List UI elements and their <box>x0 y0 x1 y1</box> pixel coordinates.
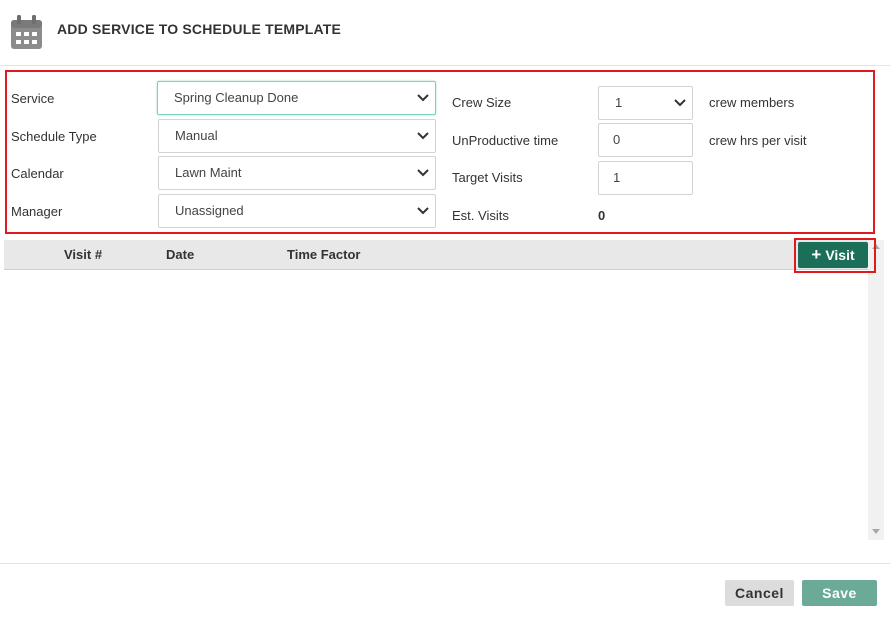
service-label: Service <box>11 91 55 106</box>
cancel-button[interactable]: Cancel <box>725 580 794 606</box>
schedule-type-select[interactable]: Manual <box>158 119 436 153</box>
add-visit-button[interactable]: + Visit <box>798 242 868 268</box>
chevron-down-icon <box>417 207 429 215</box>
crew-size-label: Crew Size <box>452 95 512 110</box>
calendar-select-value: Lawn Maint <box>175 165 242 180</box>
dialog-title: ADD SERVICE TO SCHEDULE TEMPLATE <box>57 21 342 37</box>
manager-label: Manager <box>11 204 63 219</box>
unproductive-time-label: UnProductive time <box>452 133 559 148</box>
manager-select[interactable]: Unassigned <box>158 194 436 228</box>
visits-table-header: Visit # Date Time Factor <box>4 240 868 270</box>
calendar-label: Calendar <box>11 166 64 181</box>
calendar-icon <box>11 15 42 49</box>
service-select[interactable]: Spring Cleanup Done <box>157 81 436 115</box>
crew-size-select[interactable]: 1 <box>598 86 693 120</box>
crew-size-select-value: 1 <box>615 95 623 110</box>
est-visits-label: Est. Visits <box>452 208 509 223</box>
target-visits-label: Target Visits <box>452 170 523 185</box>
save-button[interactable]: Save <box>802 580 877 606</box>
unproductive-time-input[interactable]: 0 <box>598 123 693 157</box>
chevron-down-icon <box>674 99 686 107</box>
target-visits-input[interactable]: 1 <box>598 161 693 195</box>
scroll-down-arrow-icon[interactable] <box>872 529 880 534</box>
chevron-down-icon <box>417 169 429 177</box>
add-visit-label: Visit <box>825 247 855 263</box>
chevron-down-icon <box>417 132 429 140</box>
crew-size-unit: crew members <box>709 95 795 110</box>
visits-table-body <box>4 270 868 540</box>
visits-table-scrollbar[interactable] <box>868 240 884 540</box>
service-select-value: Spring Cleanup Done <box>174 90 299 105</box>
chevron-down-icon <box>417 94 429 102</box>
calendar-select[interactable]: Lawn Maint <box>158 156 436 190</box>
plus-icon: + <box>811 245 822 264</box>
column-date[interactable]: Date <box>166 247 194 262</box>
unproductive-time-unit: crew hrs per visit <box>709 133 807 148</box>
column-time-factor[interactable]: Time Factor <box>287 247 360 262</box>
schedule-type-label: Schedule Type <box>11 129 97 144</box>
est-visits-value: 0 <box>598 208 606 223</box>
dialog-header: ADD SERVICE TO SCHEDULE TEMPLATE <box>0 0 890 66</box>
schedule-type-select-value: Manual <box>175 128 218 143</box>
column-visit-number[interactable]: Visit # <box>64 247 102 262</box>
manager-select-value: Unassigned <box>175 203 244 218</box>
